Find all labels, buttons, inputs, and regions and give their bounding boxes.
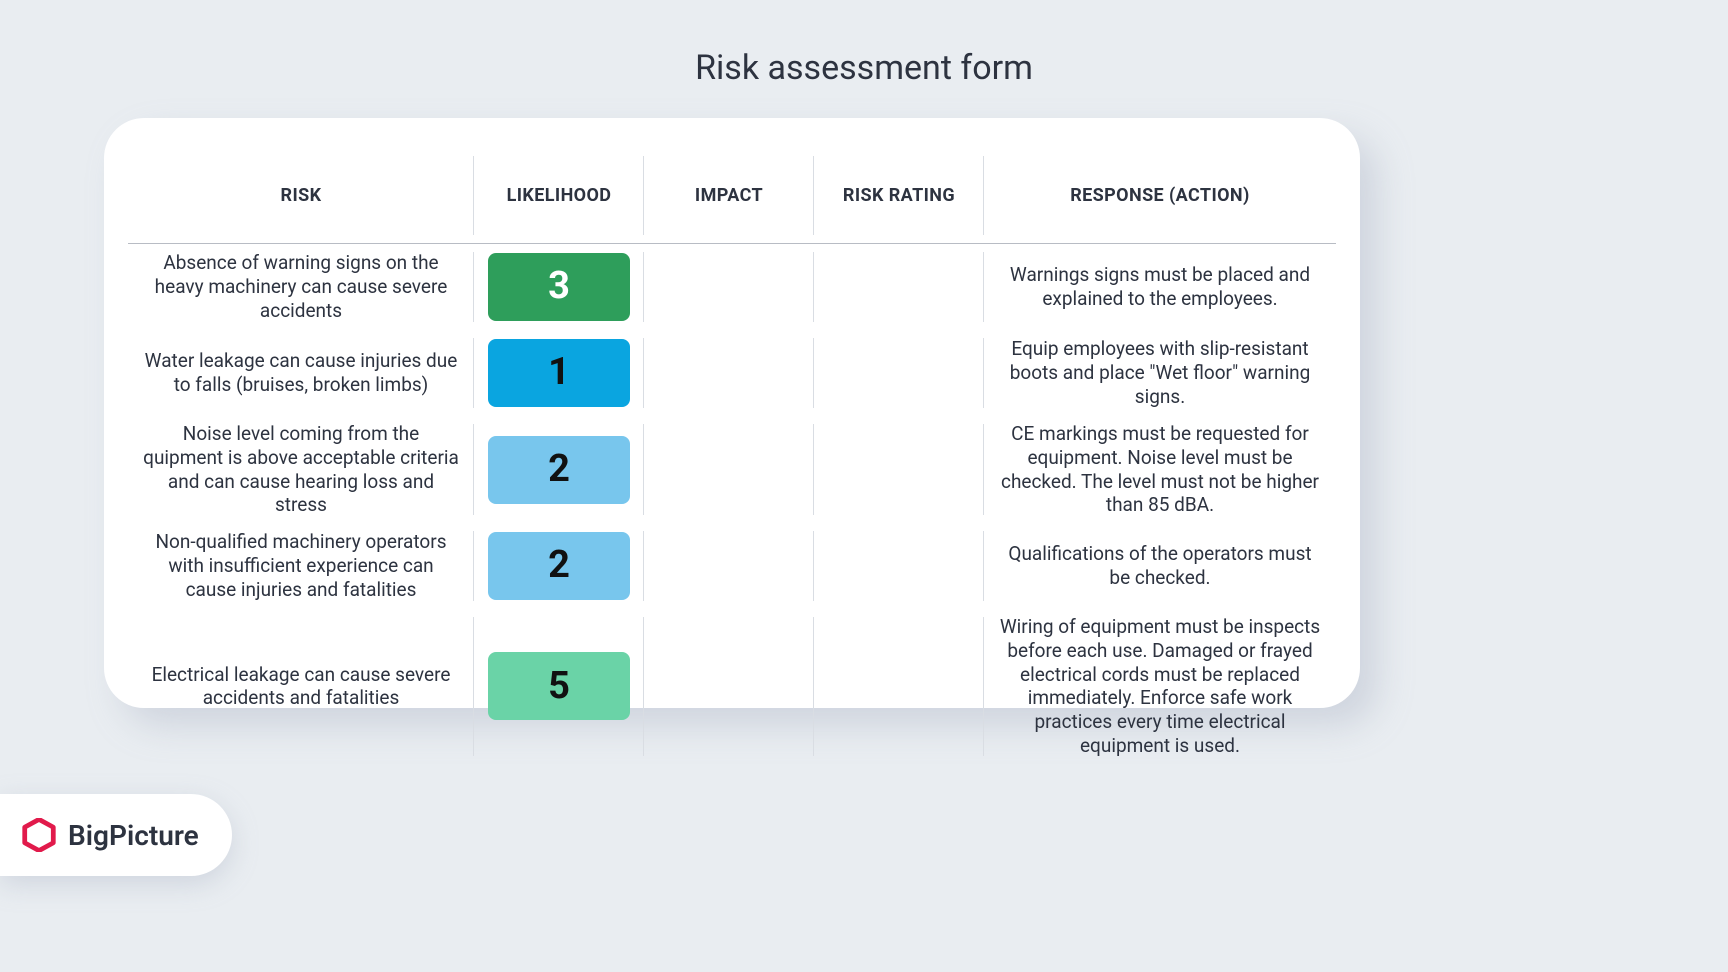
cell-risk: Water leakage can cause injuries due to … (128, 330, 474, 416)
cell-risk: Absence of warning signs on the heavy ma… (128, 244, 474, 330)
likelihood-badge: 1 (488, 339, 630, 407)
cell-likelihood: 3 (474, 244, 644, 330)
table-row: Electrical leakage can cause severe acci… (128, 609, 1336, 764)
page-title: Risk assessment form (0, 0, 1728, 88)
cell-likelihood: 1 (474, 330, 644, 416)
cell-likelihood: 2 (474, 416, 644, 523)
table-row: Non-qualified machinery operators with i… (128, 523, 1336, 609)
cell-impact (644, 244, 814, 330)
cell-response: Qualifications of the operators must be … (984, 523, 1336, 609)
cell-rating (814, 609, 984, 764)
table-header-row: RISK LIKELIHOOD IMPACT RISK RATING RESPO… (128, 148, 1336, 244)
risk-table-card: RISK LIKELIHOOD IMPACT RISK RATING RESPO… (104, 118, 1360, 708)
cell-risk: Noise level coming from the quipment is … (128, 416, 474, 523)
cell-impact (644, 330, 814, 416)
cell-response: Warnings signs must be placed and ex­pla… (984, 244, 1336, 330)
brand-name: BigPicture (68, 819, 199, 852)
brand-badge: BigPicture (0, 794, 232, 876)
col-header-likelihood: LIKELIHOOD (474, 148, 644, 243)
col-header-impact: IMPACT (644, 148, 814, 243)
cell-impact (644, 523, 814, 609)
cell-impact (644, 416, 814, 523)
col-header-response: RESPONSE (ACTION) (984, 148, 1336, 243)
cell-risk: Non-qualified machinery operators with i… (128, 523, 474, 609)
cell-rating (814, 523, 984, 609)
likelihood-badge: 3 (488, 253, 630, 321)
cell-rating (814, 330, 984, 416)
likelihood-badge: 2 (488, 436, 630, 504)
hexagon-icon (22, 818, 56, 852)
likelihood-badge: 2 (488, 532, 630, 600)
table-row: Absence of warning signs on the heavy ma… (128, 244, 1336, 330)
cell-response: Wiring of equipment must be inspects bef… (984, 609, 1336, 764)
table-row: Noise level coming from the quipment is … (128, 416, 1336, 523)
table-row: Water leakage can cause injuries due to … (128, 330, 1336, 416)
cell-risk: Electrical leakage can cause severe acci… (128, 609, 474, 764)
cell-rating (814, 416, 984, 523)
col-header-rating: RISK RATING (814, 148, 984, 243)
cell-response: Equip employees with slip-resistant boot… (984, 330, 1336, 416)
cell-impact (644, 609, 814, 764)
likelihood-badge: 5 (488, 652, 630, 720)
cell-likelihood: 2 (474, 523, 644, 609)
cell-likelihood: 5 (474, 609, 644, 764)
cell-response: CE markings must be requested for equip­… (984, 416, 1336, 523)
col-header-risk: RISK (128, 148, 474, 243)
cell-rating (814, 244, 984, 330)
